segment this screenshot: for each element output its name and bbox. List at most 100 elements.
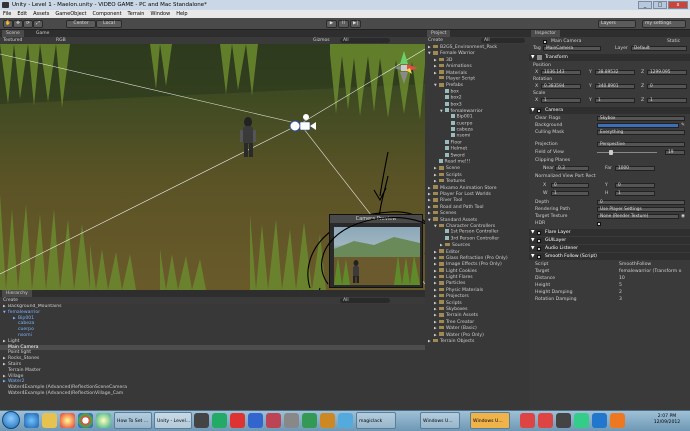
menu-gameobject[interactable]: GameObject <box>55 10 86 18</box>
menu-terrain[interactable]: Terrain <box>128 10 145 18</box>
project-item[interactable]: ▶ Terrain Objects <box>425 338 529 344</box>
smooth-follow-checkbox[interactable] <box>537 254 541 259</box>
menu-edit[interactable]: Edit <box>17 10 27 18</box>
projection-dropdown[interactable]: Perspective <box>597 142 685 147</box>
object-active-checkbox[interactable] <box>543 39 547 44</box>
tag-dropdown[interactable]: MainCamera <box>543 46 601 51</box>
hdr-checkbox[interactable] <box>597 221 601 226</box>
object-name-field[interactable]: Main Camera <box>551 38 581 45</box>
project-create-button[interactable]: Create <box>428 38 443 43</box>
ie-icon[interactable] <box>24 413 39 428</box>
taskbar-windows-u-2[interactable]: Windows U... <box>470 412 510 429</box>
menu-assets[interactable]: Assets <box>33 10 49 18</box>
hand-tool-button[interactable]: ✋ <box>3 20 13 28</box>
app-icon-4[interactable] <box>248 413 263 428</box>
smooth-follow-value[interactable]: 2 <box>619 289 622 296</box>
rendering-path-dropdown[interactable]: Use Player Settings <box>597 207 685 212</box>
render-mode-dropdown[interactable]: RGB <box>56 37 66 44</box>
transform-header[interactable]: ▼ Transform <box>529 54 690 61</box>
eyedropper-icon[interactable]: ✎ <box>681 122 685 129</box>
culling-mask-dropdown[interactable]: Everything <box>597 130 685 135</box>
position-z-field[interactable]: 1299.095 <box>647 70 687 75</box>
fov-slider-thumb[interactable] <box>609 150 613 155</box>
near-field[interactable]: 0.3 <box>555 166 589 171</box>
scale-z-field[interactable]: 1 <box>647 98 687 103</box>
draw-mode-dropdown[interactable]: Textured <box>3 37 22 44</box>
layer-dropdown[interactable]: Default <box>631 46 687 51</box>
rotation-x-field[interactable]: 0.383594 <box>541 84 581 89</box>
audio-listener-header[interactable]: ▼ Audio Listener <box>529 245 690 252</box>
maximize-button[interactable]: □ <box>653 1 667 9</box>
tab-inspector[interactable]: Inspector <box>531 30 560 37</box>
app-icon-2[interactable] <box>212 413 227 428</box>
app-icon-3[interactable] <box>230 413 245 428</box>
taskbar-how-to-set[interactable]: How To Set ... <box>114 412 152 429</box>
camera-header[interactable]: ▼ Camera <box>529 107 690 114</box>
flare-layer-header[interactable]: ▼ Flare Layer <box>529 229 690 236</box>
target-texture-field[interactable]: None (Render Texture) <box>597 214 679 219</box>
hierarchy-search-input[interactable]: All <box>340 298 390 303</box>
tab-game[interactable]: Game <box>32 30 53 37</box>
position-y-field[interactable]: 38.89532 <box>595 70 635 75</box>
app-icon-14[interactable] <box>592 413 607 428</box>
close-button[interactable]: x <box>668 1 688 9</box>
viewport-h-field[interactable]: 1 <box>615 191 655 196</box>
background-color-swatch[interactable] <box>597 123 679 128</box>
scale-x-field[interactable]: 1 <box>541 98 581 103</box>
guilayer-header[interactable]: ▼ GUILayer <box>529 237 690 244</box>
pivot-center-button[interactable]: Center <box>66 20 96 28</box>
far-field[interactable]: 1000 <box>615 166 655 171</box>
viewport-w-field[interactable]: 1 <box>551 191 589 196</box>
position-x-field[interactable]: 1036.143 <box>541 70 581 75</box>
taskbar-unity[interactable]: Unity - Level... <box>154 412 192 429</box>
hierarchy-item[interactable]: Water4Example (Advanced)ReflectionVillag… <box>0 391 425 397</box>
fov-slider-track[interactable] <box>597 152 657 153</box>
guilayer-checkbox[interactable] <box>537 238 541 243</box>
project-search-input[interactable]: All <box>481 38 525 43</box>
pause-button[interactable]: II <box>338 20 349 28</box>
pivot-local-button[interactable]: Local <box>96 20 122 28</box>
viewport-x-field[interactable]: 0 <box>551 183 589 188</box>
menu-window[interactable]: Window <box>150 10 170 18</box>
smooth-follow-value[interactable]: femalewarrior (Transform o <box>619 268 681 275</box>
menu-help[interactable]: Help <box>176 10 187 18</box>
play-button[interactable]: ▶ <box>326 20 337 28</box>
depth-field[interactable]: 0 <box>597 200 685 205</box>
layout-dropdown[interactable]: my settings <box>642 20 686 28</box>
flare-layer-checkbox[interactable] <box>537 230 541 235</box>
layers-dropdown[interactable]: Layers <box>598 20 636 28</box>
tab-project[interactable]: Project <box>427 30 451 37</box>
tab-scene[interactable]: Scene <box>2 30 24 37</box>
app-icon-15[interactable] <box>610 413 625 428</box>
app-icon-6[interactable] <box>284 413 299 428</box>
media-player-icon[interactable] <box>60 413 75 428</box>
step-button[interactable]: ▶| <box>350 20 361 28</box>
minimize-button[interactable]: _ <box>638 1 652 9</box>
audio-listener-checkbox[interactable] <box>537 246 541 251</box>
scene-search-input[interactable]: All <box>340 38 390 43</box>
start-button[interactable] <box>2 411 20 429</box>
app-icon-10[interactable] <box>520 413 535 428</box>
smooth-follow-value[interactable]: 5 <box>619 282 622 289</box>
chrome-icon[interactable] <box>78 413 93 428</box>
app-icon-5[interactable] <box>266 413 281 428</box>
app-icon-9[interactable] <box>338 413 353 428</box>
folder-icon[interactable] <box>42 413 57 428</box>
menu-component[interactable]: Component <box>93 10 122 18</box>
smooth-follow-header[interactable]: ▼ Smooth Follow (Script) <box>529 253 690 260</box>
viewport-y-field[interactable]: 0 <box>615 183 655 188</box>
unity-icon[interactable] <box>194 413 209 428</box>
taskbar-magiclack[interactable]: magiclack <box>356 412 396 429</box>
tab-hierarchy[interactable]: Hierarchy <box>2 290 32 297</box>
scale-y-field[interactable]: 1 <box>595 98 635 103</box>
hierarchy-create-button[interactable]: Create <box>3 298 18 303</box>
object-picker-icon[interactable]: ◉ <box>681 213 685 220</box>
camera-enabled-checkbox[interactable] <box>537 108 541 113</box>
generic-app-icon[interactable] <box>96 413 111 428</box>
move-tool-button[interactable]: ✥ <box>13 20 23 28</box>
smooth-follow-value[interactable]: 3 <box>619 296 622 303</box>
clear-flags-dropdown[interactable]: Skybox <box>597 116 685 121</box>
menu-file[interactable]: File <box>3 10 11 18</box>
taskbar-windows-u-1[interactable]: Windows U... <box>420 412 460 429</box>
rotation-y-field[interactable]: 340.8901 <box>595 84 635 89</box>
